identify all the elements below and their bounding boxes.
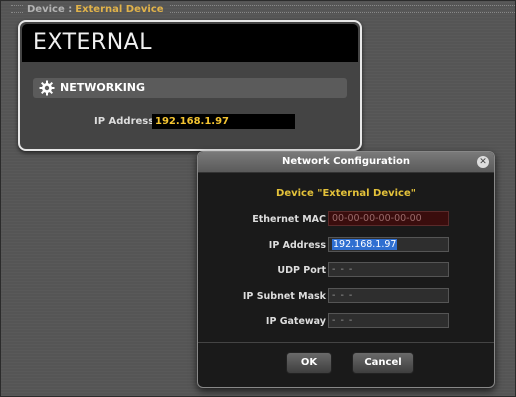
header-device-name: External Device: [75, 3, 164, 15]
ok-button[interactable]: OK: [286, 352, 332, 374]
subnet-mask-input[interactable]: - - -: [328, 288, 449, 303]
dialog-device-name: Device "External Device": [276, 188, 416, 199]
gateway-label: IP Gateway: [265, 316, 326, 327]
dialog-title-bar[interactable]: Network Configuration ✕: [198, 152, 494, 173]
cancel-button[interactable]: Cancel: [352, 352, 414, 374]
udp-port-input[interactable]: - - -: [328, 262, 449, 277]
device-panel: EXTERNAL NETWORKING IP Address 192.168.1…: [18, 20, 362, 151]
networking-section-label: NETWORKING: [60, 81, 146, 94]
subnet-mask-label: IP Subnet Mask: [242, 291, 326, 302]
ip-address-selected-text: 192.168.1.97: [332, 239, 398, 250]
dialog-divider: [198, 342, 494, 343]
device-title-bar: EXTERNAL: [22, 24, 358, 62]
gateway-input[interactable]: - - -: [328, 313, 449, 328]
device-title: EXTERNAL: [33, 30, 152, 55]
header-label: Device :: [27, 3, 73, 15]
header-decoration-line: [169, 5, 515, 13]
udp-port-label: UDP Port: [277, 265, 326, 276]
device-window: Device : External Device EXTERNAL NETWOR…: [0, 0, 516, 397]
networking-section-header[interactable]: NETWORKING: [33, 78, 347, 98]
header-decoration: [11, 5, 23, 13]
ip-address-field[interactable]: 192.168.1.97: [152, 114, 295, 129]
gear-icon: [39, 80, 55, 96]
ethernet-mac-label: Ethernet MAC: [252, 214, 326, 225]
device-header: Device : External Device: [11, 2, 515, 16]
ip-address-input[interactable]: 192.168.1.97: [328, 237, 449, 252]
ethernet-mac-field: 00-00-00-00-00-00: [328, 211, 449, 226]
ip-address-label: IP Address: [94, 116, 155, 127]
ip-address-label: IP Address: [268, 240, 326, 251]
network-configuration-dialog: Network Configuration ✕ Device "External…: [197, 151, 495, 388]
close-icon[interactable]: ✕: [477, 156, 489, 168]
dialog-title: Network Configuration: [282, 156, 410, 167]
